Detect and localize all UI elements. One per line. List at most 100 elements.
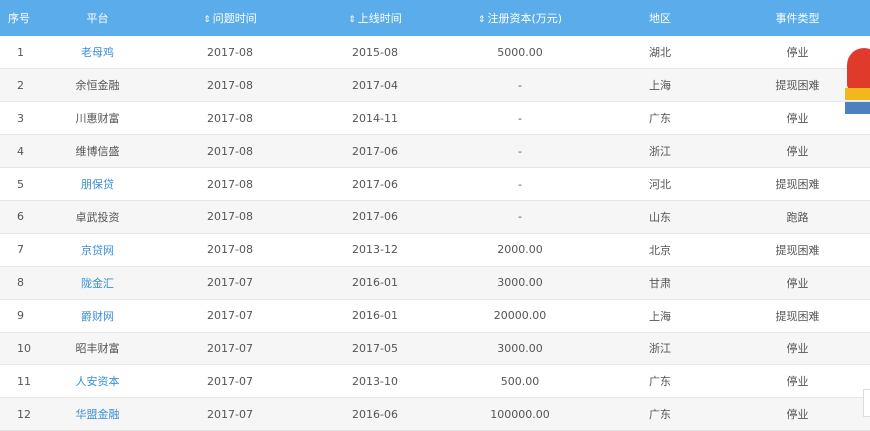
sort-arrows-icon: ⇕ <box>477 15 486 25</box>
table-body: 1 老母鸡 2017-08 2015-08 5000.00 湖北停业 2 余恒金融 2017-0… <box>0 36 870 431</box>
cell-issue-date: 2017-08 <box>207 45 253 59</box>
platform-name: 昭丰财富 <box>75 342 120 356</box>
header-event-type: 事件类型 <box>775 12 820 25</box>
cell-index: 1 <box>17 45 24 59</box>
cell-index: 9 <box>17 309 24 323</box>
cell-platform: 爵财网 <box>40 299 155 332</box>
cell-issue-date: 2017-07 <box>207 341 253 355</box>
table-row: 12 华盟金融 2017-07 2016-06 100000.00 广东 停业 <box>0 397 870 431</box>
cell-region: 河北 <box>649 178 671 191</box>
cell-launch-date: 2013-10 <box>352 374 398 388</box>
cell-event-type: 停业 <box>786 408 809 422</box>
platform-link[interactable]: 京贷网 <box>81 244 114 257</box>
platform-link[interactable]: 陇金汇 <box>81 277 114 290</box>
cell-platform: 朋保贷 <box>40 168 155 201</box>
header-launch-date-label: 上线时间 <box>357 12 402 25</box>
cell-region: 湖北 <box>649 46 671 60</box>
cell-platform: 川惠财富 <box>40 102 155 135</box>
cell-platform: 老母鸡 <box>40 36 155 69</box>
cell-launch-date: 2016-01 <box>352 276 398 290</box>
cell-issue-date: 2017-07 <box>207 276 253 290</box>
ad-badge-icon <box>847 48 870 90</box>
table-row: 3 川惠财富 2017-08 2014-11- 广东 停业 <box>0 101 870 135</box>
header-launch-date[interactable]: ⇕ 上线时间 <box>305 0 445 36</box>
cell-capital: 5000.00 <box>497 45 543 59</box>
cell-index: 7 <box>17 243 24 257</box>
cell-region: 广东 <box>649 375 671 389</box>
sort-arrows-icon: ⇕ <box>203 15 211 25</box>
cell-issue-date: 2017-08 <box>207 243 253 257</box>
cell-capital: - <box>518 144 522 158</box>
cell-index: 10 <box>17 341 31 355</box>
platform-link[interactable]: 人安资本 <box>76 375 120 388</box>
cell-capital: - <box>518 210 522 224</box>
cell-capital: 20000.00 <box>493 309 547 323</box>
table-row: 8 陇金汇 2017-07 2016-01 3000.00 甘肃 停业 <box>0 266 870 300</box>
cell-platform: 京贷网 <box>40 233 155 266</box>
cell-index: 12 <box>17 407 31 421</box>
cell-capital: - <box>518 111 522 125</box>
cell-index: 6 <box>17 210 24 224</box>
table-row: 10 昭丰财富 2017-07 2017-05 3000.00 浙江 停业 <box>0 332 870 365</box>
cell-region: 浙江 <box>649 342 671 356</box>
cell-capital: - <box>518 177 522 191</box>
cell-region: 甘肃 <box>649 276 671 290</box>
table-row: 9 爵财网 2017-07 2016-01 20000.00 上海 提现困难 <box>0 299 870 333</box>
cell-issue-date: 2017-08 <box>207 78 253 92</box>
cell-event-type: 提现困难 <box>775 309 820 323</box>
cell-index: 2 <box>17 78 24 92</box>
cell-platform: 昭丰财富 <box>40 332 155 365</box>
cell-launch-date: 2016-01 <box>352 309 398 323</box>
cell-issue-date: 2017-08 <box>207 210 253 224</box>
table-row: 6 卓武投资 2017-08 2017-06 - 山东 跑路 <box>0 200 870 234</box>
ad-label <box>845 102 870 114</box>
cell-region: 广东 <box>649 112 671 126</box>
cell-index: 4 <box>17 144 24 158</box>
platform-link[interactable]: 老母鸡 <box>81 46 114 59</box>
cell-region: 北京 <box>649 243 671 257</box>
platform-link[interactable]: 朋保贷 <box>81 178 114 191</box>
table-row: 7 京贷网 2017-08 2013-12 2000.00 北京 提现困难 <box>0 233 870 267</box>
cell-event-type: 停业 <box>786 145 809 159</box>
scroll-top-button[interactable] <box>863 389 870 417</box>
header-region: 地区 <box>649 12 671 25</box>
platform-link[interactable]: 爵财网 <box>81 310 114 323</box>
cell-index: 11 <box>17 374 31 388</box>
platform-link[interactable]: 华盟金融 <box>76 408 120 421</box>
cell-issue-date: 2017-08 <box>207 111 253 125</box>
cell-issue-date: 2017-08 <box>207 177 253 191</box>
cell-platform: 卓武投资 <box>40 200 155 233</box>
cell-launch-date: 2017-05 <box>352 341 398 355</box>
header-issue-date[interactable]: ⇕ 问题时间 <box>155 0 305 36</box>
cell-index: 5 <box>17 177 24 191</box>
header-issue-date-label: 问题时间 <box>212 12 257 25</box>
floating-ad[interactable] <box>845 46 870 114</box>
header-platform: 平台 <box>86 12 109 25</box>
cell-capital: 3000.00 <box>497 276 543 290</box>
cell-launch-date: 2015-08 <box>352 45 398 59</box>
cell-issue-date: 2017-07 <box>207 374 253 388</box>
table-row: 4 维博信盛 2017-08 2017-06 - 浙江 停业 <box>0 134 870 168</box>
cell-platform: 人安资本 <box>40 365 155 398</box>
cell-issue-date: 2017-08 <box>207 144 253 158</box>
ad-ribbon <box>845 88 870 100</box>
cell-index: 3 <box>17 111 24 125</box>
header-index: 序号 <box>8 12 30 25</box>
cell-capital: 500.00 <box>500 374 540 388</box>
cell-capital: 100000.00 <box>490 407 550 421</box>
header-capital[interactable]: ⇕ 注册资本(万元) <box>445 0 595 36</box>
cell-platform: 华盟金融 <box>40 398 155 431</box>
platform-name: 维博信盛 <box>75 145 120 159</box>
header-row: 序号 平台 ⇕ 问题时间 ⇕ 上线时间 ⇕ 注册资本(万元) 地区 事件类型 <box>0 0 870 36</box>
cell-launch-date: 2014-11 <box>352 111 398 125</box>
sort-arrows-icon: ⇕ <box>348 15 356 25</box>
cell-event-type: 停业 <box>786 375 809 389</box>
problem-platform-table: 序号 平台 ⇕ 问题时间 ⇕ 上线时间 ⇕ 注册资本(万元) 地区 事件类型 1 老母鸡… <box>0 0 870 431</box>
cell-issue-date: 2017-07 <box>207 309 253 323</box>
cell-launch-date: 2016-06 <box>352 407 398 421</box>
cell-capital: 3000.00 <box>497 341 543 355</box>
cell-event-type: 停业 <box>786 276 809 290</box>
platform-name: 余恒金融 <box>75 79 120 93</box>
cell-launch-date: 2017-04 <box>352 78 398 92</box>
cell-event-type: 停业 <box>786 342 809 356</box>
